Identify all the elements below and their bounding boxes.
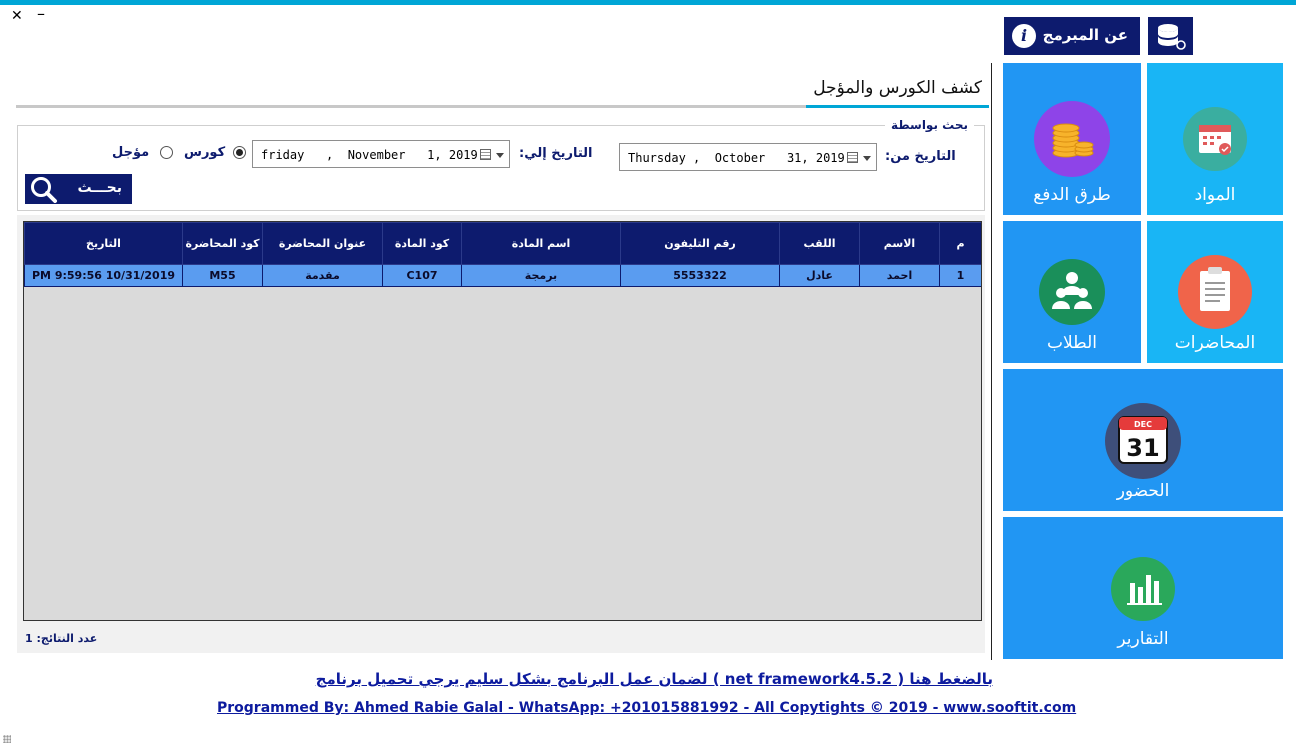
column-header[interactable]: التاريخ [24,222,183,265]
calendar-small-icon [480,149,491,160]
about-label: عن المبرمج [1042,26,1128,44]
tile-lectures-label: المحاضرات [1174,333,1256,353]
column-header[interactable]: كود المادة [382,222,462,265]
table-cell: 10/31/2019 9:59:56 PM [24,264,183,287]
calendar-day: 31 [1126,434,1159,462]
calendar-small-icon [847,152,858,163]
tile-attendance-label: الحضور [1116,481,1170,501]
tile-subjects-label: المواد [1194,185,1236,205]
coins-icon [1034,101,1110,177]
results-table: التاريخ كود المحاضرة عنوان المحاضرة كود الم… [24,222,981,287]
title-underline-accent [806,105,989,108]
table-cell: C107 [382,264,462,287]
search-icon [31,177,57,203]
top-accent-bar [0,0,1296,5]
resize-grip[interactable] [3,735,11,743]
date-from-value: Thursday , October 31, 2019 [628,151,845,165]
users-icon [1039,259,1105,325]
results-grid[interactable]: التاريخ كود المحاضرة عنوان المحاضرة كود الم… [23,221,982,621]
table-cell: M55 [182,264,263,287]
close-button[interactable]: ✕ [11,8,23,24]
date-to-value: friday , November 1, 2019 [261,148,478,162]
calendar-month: DEC [1134,420,1152,429]
tile-lectures[interactable]: المحاضرات [1147,221,1283,363]
tile-reports-label: التقارير [1117,629,1169,649]
bar-chart-icon [1111,557,1175,621]
column-header[interactable]: اسم المادة [461,222,621,265]
tile-students[interactable]: الطلاب [1003,221,1141,363]
column-header[interactable]: كود المحاضرة [182,222,263,265]
calendar-icon [1183,107,1247,171]
search-group-legend: بحث بواسطة [885,118,974,132]
table-cell: مقدمة [262,264,383,287]
table-row[interactable]: 10/31/2019 9:59:56 PM M55 مقدمة C107 برمجة 55… [24,264,981,287]
column-header[interactable]: عنوان المحاضرة [262,222,383,265]
about-programmer-button[interactable]: i عن المبرمج [1004,17,1140,55]
tile-reports[interactable]: التقارير [1003,517,1283,659]
database-icon [1158,24,1186,50]
table-cell: 1 [939,264,981,287]
clipboard-icon [1178,255,1252,329]
table-cell: احمد [859,264,940,287]
column-header[interactable]: رقم التليفون [620,222,780,265]
column-header[interactable]: م [939,222,981,265]
tile-subjects[interactable]: المواد [1147,63,1283,215]
date-from-picker[interactable]: Thursday , October 31, 2019 [619,143,877,171]
radio-deferred[interactable] [160,146,173,159]
date-to-label: التاريخ إلي: [519,146,593,161]
net-framework-download-link[interactable]: لضمان عمل البرنامج بشكل سليم يرجي تحميل … [300,670,993,688]
table-header-row: التاريخ كود المحاضرة عنوان المحاضرة كود الم… [24,222,981,265]
radio-course-label: كورس [184,145,226,160]
table-cell: برمجة [461,264,621,287]
column-header[interactable]: اللقب [779,222,860,265]
credits-link[interactable]: Programmed By: Ahmed Rabie Galal - Whats… [217,700,1076,716]
results-count: عدد النتائج: 1 [25,632,98,645]
tile-payment-methods[interactable]: طرق الدفع [1003,63,1141,215]
tile-attendance[interactable]: DEC 31 الحضور [1003,369,1283,511]
date-from-label: التاريخ من: [885,149,956,164]
search-button[interactable]: بحـــث [25,174,132,204]
column-header[interactable]: الاسم [859,222,940,265]
date-to-picker[interactable]: friday , November 1, 2019 [252,140,510,168]
calendar-31-icon: DEC 31 [1105,403,1181,479]
sidebar-divider [991,63,992,660]
table-cell: عادل [779,264,860,287]
chevron-down-icon [863,156,871,161]
radio-deferred-label: مؤجل [112,145,150,160]
info-icon: i [1012,24,1036,48]
database-button[interactable] [1148,17,1193,55]
search-button-label: بحـــث [77,180,122,196]
page-title: كشف الكورس والمؤجل [813,78,982,98]
tile-payment-label: طرق الدفع [1033,185,1111,205]
minimize-button[interactable]: – [37,4,45,23]
chevron-down-icon [496,153,504,158]
tile-students-label: الطلاب [1047,333,1097,353]
table-cell: 5553322 [620,264,780,287]
radio-course[interactable] [233,146,246,159]
